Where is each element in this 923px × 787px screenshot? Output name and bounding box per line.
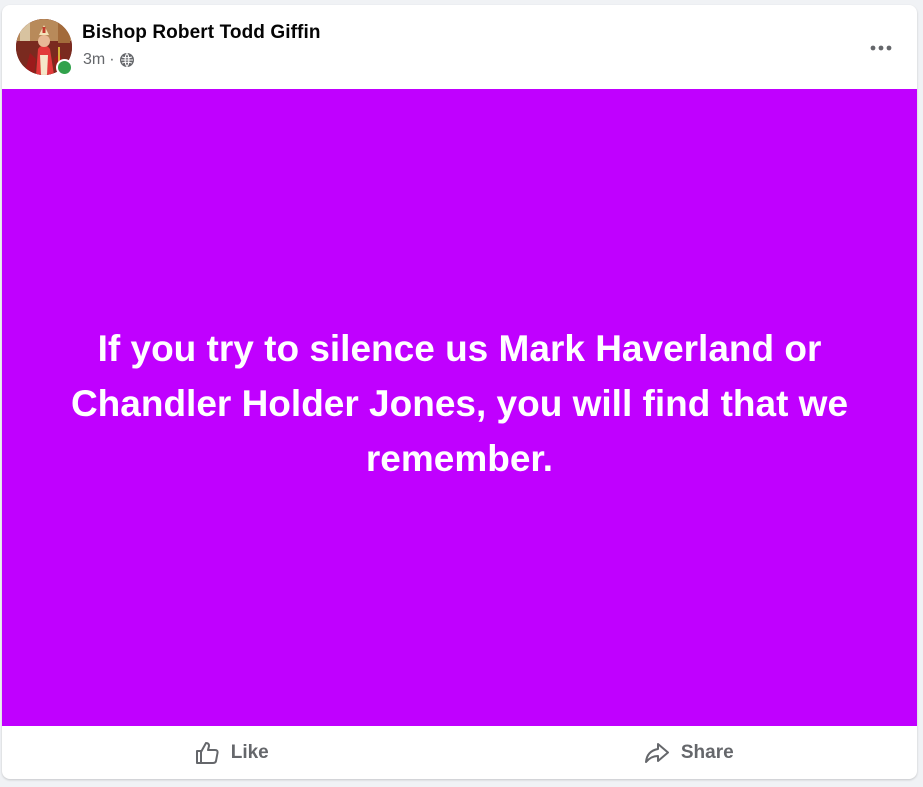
like-label: Like bbox=[230, 741, 269, 763]
like-button[interactable]: Like bbox=[2, 726, 460, 779]
more-horizontal-icon bbox=[870, 38, 892, 56]
share-button[interactable]: Share bbox=[460, 726, 918, 779]
meta-separator: · bbox=[109, 51, 115, 68]
globe-icon[interactable] bbox=[119, 52, 135, 68]
share-arrow-icon bbox=[643, 739, 671, 767]
share-label: Share bbox=[680, 741, 734, 763]
post-card: Bishop Robert Todd Giffin 3m · If you tr… bbox=[2, 5, 917, 779]
post-timestamp[interactable]: 3m bbox=[83, 51, 105, 69]
post-text: If you try to silence us Mark Haverland … bbox=[70, 328, 849, 479]
online-status-indicator bbox=[56, 59, 73, 76]
thumbs-up-icon bbox=[193, 739, 221, 767]
post-background-content[interactable]: If you try to silence us Mark Haverland … bbox=[2, 89, 917, 726]
author-name[interactable]: Bishop Robert Todd Giffin bbox=[82, 22, 321, 44]
author-avatar[interactable] bbox=[16, 19, 73, 76]
post-meta: 3m · bbox=[83, 51, 135, 69]
action-bar: Like Share bbox=[2, 726, 917, 779]
more-options-button[interactable] bbox=[863, 29, 899, 65]
post-header: Bishop Robert Todd Giffin 3m · bbox=[2, 5, 917, 89]
